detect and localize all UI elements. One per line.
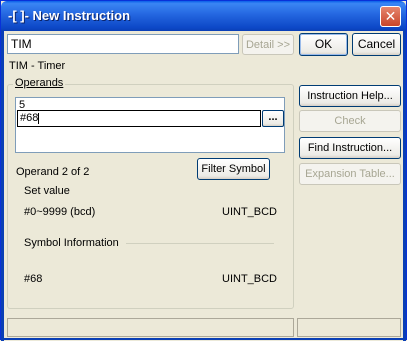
detail-button: Detail >> bbox=[242, 34, 294, 55]
window-frame-left bbox=[1, 31, 4, 341]
new-instruction-dialog: -[ ]- New Instruction ✕ TIM Detail >> OK… bbox=[0, 0, 407, 341]
symbol-type: UINT_BCD bbox=[222, 273, 278, 285]
operands-list[interactable]: 5 #68 ... bbox=[15, 97, 285, 153]
detail-button-label: Detail >> bbox=[245, 39, 291, 51]
cancel-button[interactable]: Cancel bbox=[352, 33, 401, 56]
window-frame-right bbox=[403, 31, 406, 341]
instruction-description: TIM - Timer bbox=[9, 60, 66, 72]
find-instruction-button-label: Find Instruction... bbox=[307, 142, 393, 154]
ok-button[interactable]: OK bbox=[299, 33, 348, 56]
instruction-help-button-label: Instruction Help... bbox=[307, 90, 393, 102]
set-value-type: UINT_BCD bbox=[222, 206, 278, 218]
find-instruction-button[interactable]: Find Instruction... bbox=[299, 137, 401, 159]
filter-symbol-button-label: Filter Symbol bbox=[201, 163, 266, 175]
filter-symbol-button[interactable]: Filter Symbol bbox=[197, 158, 270, 180]
browse-button-label: ... bbox=[268, 111, 278, 123]
instruction-input[interactable]: TIM bbox=[7, 34, 239, 54]
operands-legend-text: Operands bbox=[15, 77, 64, 89]
status-bar-pane-1 bbox=[7, 318, 294, 337]
title-bar[interactable]: -[ ]- New Instruction ✕ bbox=[1, 1, 406, 31]
check-button: Check bbox=[299, 110, 401, 132]
check-button-label: Check bbox=[334, 115, 366, 127]
set-value-range: #0~9999 (bcd) bbox=[24, 206, 96, 218]
set-value-label: Set value bbox=[24, 185, 70, 197]
browse-button[interactable]: ... bbox=[262, 110, 284, 127]
expansion-table-button-label: Expansion Table... bbox=[305, 168, 395, 180]
window-title: -[ ]- New Instruction bbox=[8, 8, 131, 23]
close-icon[interactable]: ✕ bbox=[380, 6, 401, 27]
operand-item-2: #68 bbox=[20, 112, 39, 124]
cancel-button-label: Cancel bbox=[357, 37, 396, 51]
operand-edit-field[interactable]: #68 bbox=[17, 110, 261, 127]
operands-legend: Operands bbox=[13, 77, 66, 89]
symbol-name: #68 bbox=[24, 273, 43, 285]
text-cursor bbox=[38, 112, 40, 124]
ok-button-label: OK bbox=[314, 37, 333, 51]
expansion-table-button: Expansion Table... bbox=[299, 163, 401, 185]
symbol-information-separator bbox=[126, 243, 274, 244]
instruction-help-button[interactable]: Instruction Help... bbox=[299, 85, 401, 107]
symbol-information-label: Symbol Information bbox=[24, 237, 119, 249]
operand-position: Operand 2 of 2 bbox=[16, 166, 90, 178]
status-bar-pane-2 bbox=[297, 318, 401, 337]
